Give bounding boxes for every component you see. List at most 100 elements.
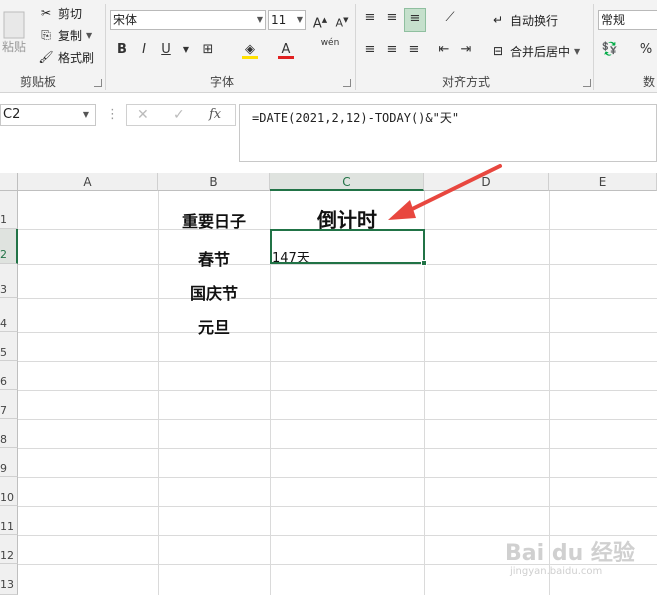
row-label: 13 (0, 578, 14, 591)
column-label: C (342, 175, 351, 189)
clipboard-group-label: 剪贴板 (20, 75, 57, 89)
gridline (18, 477, 657, 478)
grow-font-icon: A (312, 16, 322, 32)
font-name-value: 宋体 (113, 13, 138, 27)
row-header-1[interactable]: 1 (0, 191, 18, 229)
align-top-icon: ≡ (364, 10, 376, 25)
cell-b4[interactable]: 元旦 (158, 314, 270, 338)
pinyin-button[interactable]: wén (320, 38, 340, 58)
chevron-down-icon: ▼ (256, 15, 263, 24)
cell-b2[interactable]: 春节 (158, 246, 270, 270)
column-header-a[interactable]: A (18, 173, 158, 191)
row-header-11[interactable]: 11 (0, 506, 18, 535)
row-header-13[interactable]: 13 (0, 564, 18, 595)
currency-button[interactable]: 💱 (600, 40, 620, 60)
align-center-icon: ≡ (386, 42, 398, 57)
percent-button[interactable]: % (636, 40, 656, 60)
font-color-icon: A (281, 42, 291, 57)
align-center-button[interactable]: ≡ (382, 40, 402, 60)
font-launcher[interactable] (343, 79, 351, 87)
confirm-icon[interactable]: ✓ (173, 107, 185, 123)
chevron-down-icon: ▼ (86, 30, 93, 40)
cancel-icon[interactable]: ✕ (137, 107, 149, 123)
alignment-launcher[interactable] (583, 79, 591, 87)
row-header-10[interactable]: 10 (0, 477, 18, 506)
fill-color-button[interactable]: ◈ (240, 40, 260, 60)
arrow-shaft (400, 164, 502, 216)
row-header-5[interactable]: 5 (0, 332, 18, 361)
currency-icon: 💱 (601, 42, 619, 57)
italic-button[interactable]: I (134, 40, 154, 60)
font-color-button[interactable]: A (276, 40, 296, 60)
gridline (18, 448, 657, 449)
formula-input[interactable]: =DATE(2021,2,12)-TODAY()&"天" (239, 104, 657, 162)
grow-font-button[interactable]: A▲ (310, 10, 330, 32)
cell-b3[interactable]: 国庆节 (158, 280, 270, 304)
gridline (18, 332, 657, 333)
underline-button[interactable]: U (156, 40, 176, 60)
ribbon: 粘贴 ✂ 剪切 ⎘ 复制 ▼ 🖌 格式刷 剪贴板 宋体 ▼ 11 ▼ A▲ A▼… (0, 0, 657, 93)
row-label: 5 (0, 346, 7, 359)
bold-button[interactable]: B (112, 40, 132, 60)
increase-indent-button[interactable]: ⇥ (456, 40, 476, 60)
percent-icon: % (639, 42, 653, 57)
clipboard-launcher[interactable] (94, 79, 102, 87)
gridline (18, 264, 657, 265)
chevron-down-icon: ▼ (574, 46, 581, 56)
gridline (18, 298, 657, 299)
number-format-value: 常规 (601, 13, 626, 27)
column-header-e[interactable]: E (549, 173, 657, 191)
column-header-b[interactable]: B (158, 173, 270, 191)
insert-function-icon[interactable]: fx (209, 107, 221, 122)
border-button[interactable]: ⊞ (198, 40, 218, 60)
row-header-2[interactable]: 2 (0, 229, 18, 264)
row-header-7[interactable]: 7 (0, 390, 18, 419)
align-top-button[interactable]: ≡ (360, 8, 380, 28)
copy-button[interactable]: ⎘ 复制 ▼ (38, 25, 92, 45)
row-label: 11 (0, 520, 14, 533)
row-label: 4 (0, 317, 7, 330)
decrease-indent-button[interactable]: ⇤ (434, 40, 454, 60)
formula-text: =DATE(2021,2,12)-TODAY()&"天" (252, 111, 460, 125)
row-label: 2 (0, 248, 7, 261)
shrink-font-button[interactable]: A▼ (332, 10, 352, 30)
annotation-arrow (388, 164, 502, 220)
gridline (18, 419, 657, 420)
paste-label: 粘贴 (2, 40, 27, 54)
cell-b1[interactable]: 重要日子 (158, 208, 270, 232)
fill-handle[interactable] (421, 260, 427, 266)
watermark-url: jingyan.baidu.com (510, 566, 603, 577)
orientation-button[interactable]: ⟋ (440, 8, 460, 28)
arrow-head (388, 200, 416, 220)
row-header-9[interactable]: 9 (0, 448, 18, 477)
row-header-6[interactable]: 6 (0, 361, 18, 390)
row-header-12[interactable]: 12 (0, 535, 18, 564)
gridline (18, 361, 657, 362)
align-left-icon: ≡ (364, 42, 376, 57)
align-bottom-icon: ≡ (409, 11, 421, 26)
alignment-group-label: 对齐方式 (442, 75, 491, 89)
border-icon: ⊞ (202, 42, 214, 57)
row-header-8[interactable]: 8 (0, 419, 18, 448)
fill-bucket-icon: ◈ (245, 42, 255, 57)
underline-dropdown[interactable]: ▼ (176, 40, 196, 60)
format-painter-button[interactable]: 🖌 格式刷 (38, 47, 94, 67)
format-painter-label: 格式刷 (58, 50, 95, 65)
font-group-label: 字体 (210, 75, 235, 89)
watermark-logo: Bai du 经验 (505, 541, 635, 566)
merge-center-button[interactable]: ⊟ 合并后居中 ▼ (490, 41, 580, 61)
select-all-corner[interactable] (0, 173, 18, 191)
align-right-button[interactable]: ≡ (404, 40, 424, 60)
copy-label: 复制 (58, 28, 83, 43)
number-format-select[interactable]: 常规 (598, 10, 657, 30)
align-middle-button[interactable]: ≡ (382, 8, 402, 28)
font-size-select[interactable]: 11 ▼ (268, 10, 306, 30)
row-header-4[interactable]: 4 (0, 298, 18, 332)
name-box[interactable]: C2 ▼ (0, 104, 96, 126)
cut-button[interactable]: ✂ 剪切 (38, 3, 82, 23)
font-name-select[interactable]: 宋体 ▼ (110, 10, 266, 30)
align-left-button[interactable]: ≡ (360, 40, 380, 60)
align-bottom-button[interactable]: ≡ (404, 8, 426, 32)
wrap-text-button[interactable]: ↵ 自动换行 (490, 10, 558, 30)
row-header-3[interactable]: 3 (0, 264, 18, 298)
